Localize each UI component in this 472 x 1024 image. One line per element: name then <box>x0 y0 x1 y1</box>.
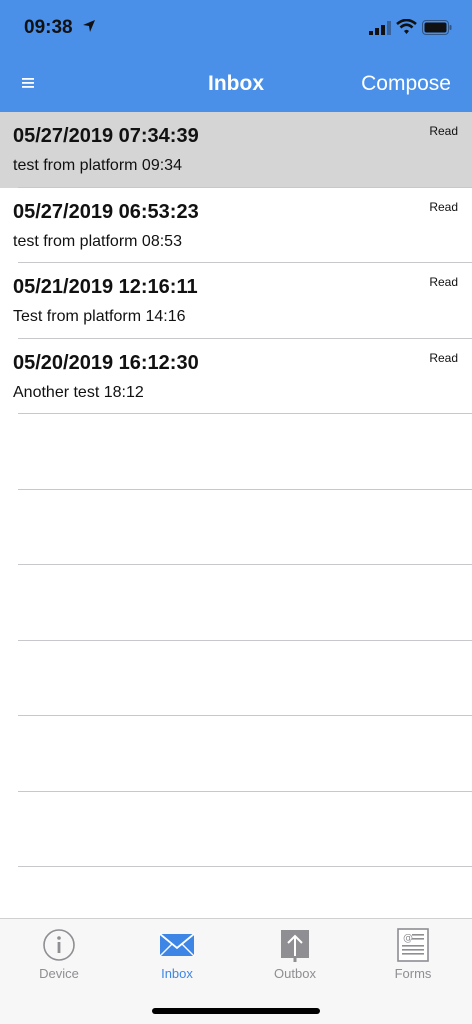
status-time: 09:38 <box>24 17 73 38</box>
read-status: Read <box>429 350 458 365</box>
read-status: Read <box>429 275 458 289</box>
tab-device[interactable]: Device <box>0 919 118 999</box>
message-date: 05/27/2019 07:34:39 <box>13 125 199 147</box>
message-row[interactable]: 05/21/2019 12:16:11 Test from platform 1… <box>0 263 472 339</box>
message-row[interactable]: 05/20/2019 16:12:30 Another test 18:12 R… <box>0 339 472 414</box>
message-row[interactable]: 05/27/2019 07:34:39 test from platform 0… <box>0 112 472 188</box>
wifi-icon <box>396 19 417 34</box>
info-circle-icon <box>43 929 75 961</box>
upload-arrow-icon <box>281 930 309 962</box>
read-status: Read <box>429 124 458 138</box>
message-row[interactable]: 05/27/2019 06:53:23 test from platform 0… <box>0 188 472 263</box>
message-subject: test from platform 08:53 <box>13 232 182 250</box>
tab-label: Outbox <box>274 966 316 981</box>
tab-forms[interactable]: @ Forms <box>354 919 472 999</box>
message-list: 05/27/2019 07:34:39 test from platform 0… <box>0 112 472 867</box>
message-subject: Another test 18:12 <box>13 383 144 401</box>
battery-icon <box>422 20 452 35</box>
location-arrow-icon <box>83 20 95 32</box>
message-subject: Test from platform 14:16 <box>13 308 186 325</box>
tab-outbox[interactable]: Outbox <box>236 919 354 999</box>
empty-row <box>0 716 472 792</box>
status-bar: 09:38 <box>0 0 472 56</box>
home-indicator <box>152 1008 320 1014</box>
message-date: 05/27/2019 06:53:23 <box>13 200 199 223</box>
empty-row <box>0 490 472 565</box>
nav-bar: Inbox Compose <box>0 56 472 112</box>
message-date: 05/20/2019 16:12:30 <box>13 351 199 374</box>
tab-label: Forms <box>394 966 432 981</box>
tab-label: Device <box>39 966 79 981</box>
row-divider <box>18 866 472 867</box>
cellular-signal-icon <box>369 21 391 35</box>
tab-label: Inbox <box>161 966 193 981</box>
envelope-icon <box>159 933 195 957</box>
message-subject: test from platform 09:34 <box>13 157 182 174</box>
empty-row <box>0 792 472 867</box>
header: 09:38 Inbox Compose <box>0 0 472 112</box>
form-document-icon: @ <box>397 928 429 962</box>
empty-row <box>0 641 472 716</box>
tab-inbox[interactable]: Inbox <box>118 919 236 999</box>
empty-row <box>0 414 472 490</box>
message-date: 05/21/2019 12:16:11 <box>13 276 198 298</box>
read-status: Read <box>429 199 458 214</box>
compose-button[interactable]: Compose <box>361 72 451 96</box>
empty-row <box>0 565 472 641</box>
svg-text:@: @ <box>403 933 413 944</box>
